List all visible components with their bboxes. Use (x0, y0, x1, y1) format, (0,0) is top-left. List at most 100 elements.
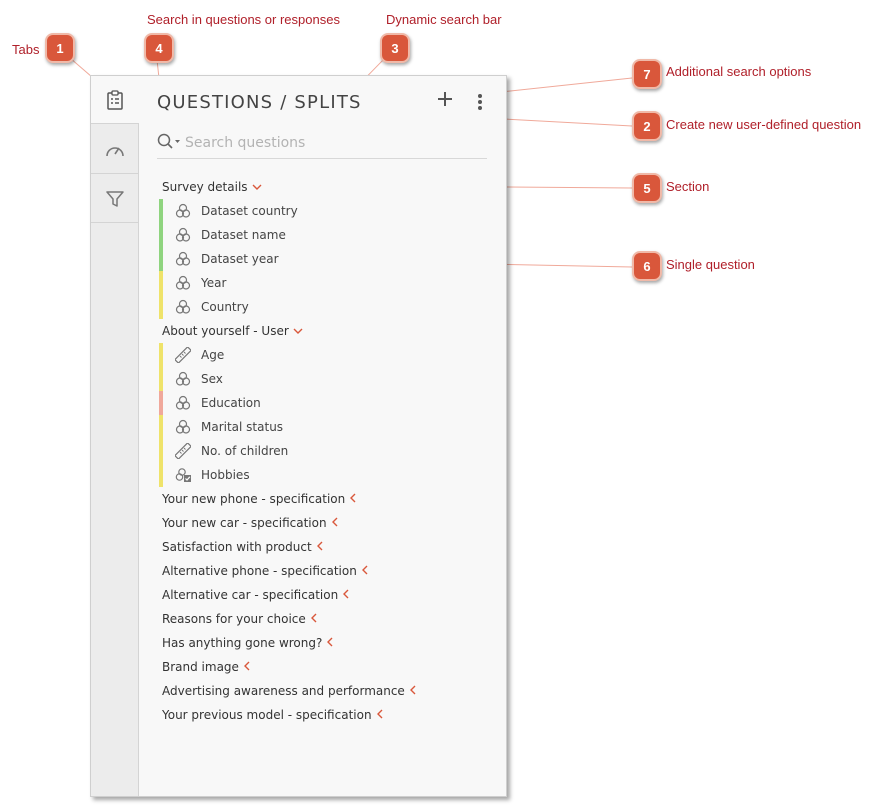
plus-icon (438, 92, 452, 106)
kebab-dot-icon (478, 106, 482, 110)
chevron-left-icon[interactable] (342, 588, 350, 602)
annotation-badge-5: 5 (632, 173, 662, 203)
section-header[interactable]: Reasons for your choice (162, 607, 492, 631)
annotation-badge-2: 2 (632, 111, 662, 141)
annotation-label-create-question: Create new user-defined question (666, 117, 862, 132)
more-options-button[interactable] (477, 94, 483, 112)
search-bar (157, 132, 487, 159)
question-item[interactable]: Dataset name (159, 223, 492, 247)
chevron-left-icon[interactable] (349, 492, 357, 506)
section-title: Survey details (162, 180, 248, 194)
add-question-button[interactable] (437, 88, 453, 112)
section-header[interactable]: Advertising awareness and performance (162, 679, 492, 703)
single-choice-icon (175, 395, 191, 411)
status-bar (159, 271, 163, 295)
question-item[interactable]: Marital status (159, 415, 492, 439)
question-label: No. of children (201, 444, 289, 458)
section-header[interactable]: About yourself - User (162, 319, 492, 343)
section-header[interactable]: Your previous model - specification (162, 703, 492, 727)
chevron-left-icon[interactable] (376, 708, 384, 722)
section-header[interactable]: Your new phone - specification (162, 487, 492, 511)
question-label: Marital status (201, 420, 284, 434)
section-header[interactable]: Alternative phone - specification (162, 559, 492, 583)
section-title: Satisfaction with product (162, 540, 312, 554)
tab-questions[interactable] (91, 76, 139, 124)
single-choice-icon (175, 419, 191, 435)
section-title: Your previous model - specification (162, 708, 372, 722)
section-header[interactable]: Satisfaction with product (162, 535, 492, 559)
question-item[interactable]: Dataset country (159, 199, 492, 223)
question-item[interactable]: No. of children (159, 439, 492, 463)
tab-bar (91, 76, 139, 796)
section-title: Your new car - specification (162, 516, 327, 530)
status-bar (159, 367, 163, 391)
annotation-badge-3: 3 (380, 33, 410, 63)
chevron-left-icon[interactable] (331, 516, 339, 530)
chevron-left-icon[interactable] (361, 564, 369, 578)
annotation-label-single-question: Single question (666, 257, 755, 272)
chevron-down-icon[interactable] (252, 180, 262, 194)
search-input[interactable] (185, 132, 475, 154)
chevron-down-icon[interactable] (293, 324, 303, 338)
status-bar (159, 247, 163, 271)
annotation-label-additional-options: Additional search options (666, 64, 812, 79)
chevron-left-icon[interactable] (310, 612, 318, 626)
question-label: Dataset country (201, 204, 298, 218)
section-header[interactable]: Has anything gone wrong? (162, 631, 492, 655)
search-scope-dropdown[interactable] (157, 132, 183, 157)
section-title: About yourself - User (162, 324, 289, 338)
ruler-icon (174, 346, 192, 364)
tab-dashboard[interactable] (91, 126, 138, 174)
status-bar (159, 391, 163, 415)
tab-filter[interactable] (91, 175, 138, 223)
status-bar (159, 199, 163, 223)
status-bar (159, 439, 163, 463)
single-choice-icon (175, 227, 191, 243)
chevron-left-icon[interactable] (326, 636, 334, 650)
annotation-label-tabs: Tabs (12, 42, 40, 57)
annotation-label-dynamic-search: Dynamic search bar (386, 12, 502, 27)
chevron-left-icon[interactable] (409, 684, 417, 698)
questions-panel: QUESTIONS / SPLITS Survey details Dataset… (90, 75, 507, 797)
section-title: Your new phone - specification (162, 492, 346, 506)
status-bar (159, 415, 163, 439)
section-header[interactable]: Brand image (162, 655, 492, 679)
chevron-left-icon[interactable] (243, 660, 251, 674)
section-title: Reasons for your choice (162, 612, 306, 626)
question-item[interactable]: Sex (159, 367, 492, 391)
kebab-dot-icon (478, 100, 482, 104)
question-item[interactable]: Hobbies (159, 463, 492, 487)
panel-title: QUESTIONS / SPLITS (157, 92, 362, 113)
ruler-icon (174, 442, 192, 460)
question-item[interactable]: Education (159, 391, 492, 415)
status-bar (159, 295, 163, 319)
section-title: Brand image (162, 660, 239, 674)
status-bar (159, 223, 163, 247)
kebab-dot-icon (478, 94, 482, 98)
clipboard-icon (107, 89, 123, 110)
chevron-left-icon[interactable] (316, 540, 324, 554)
annotation-badge-6: 6 (632, 251, 662, 281)
question-label: Year (201, 276, 227, 290)
speedometer-icon (105, 146, 124, 156)
single-choice-icon (175, 299, 191, 315)
section-header[interactable]: Alternative car - specification (162, 583, 492, 607)
status-bar (159, 463, 163, 487)
question-item[interactable]: Age (159, 343, 492, 367)
search-icon (157, 133, 180, 149)
question-item[interactable]: Dataset year (159, 247, 492, 271)
question-label: Dataset name (201, 228, 286, 242)
annotation-badge-4: 4 (144, 33, 174, 63)
question-item[interactable]: Year (159, 271, 492, 295)
section-header[interactable]: Your new car - specification (162, 511, 492, 535)
question-label: Hobbies (201, 468, 250, 482)
single-choice-icon (175, 371, 191, 387)
section-header[interactable]: Survey details (162, 175, 492, 199)
question-item[interactable]: Country (159, 295, 492, 319)
question-label: Dataset year (201, 252, 279, 266)
section-title: Alternative car - specification (162, 588, 339, 602)
question-label: Country (201, 300, 249, 314)
multi-choice-icon (175, 467, 191, 483)
single-choice-icon (175, 203, 191, 219)
section-title: Alternative phone - specification (162, 564, 357, 578)
